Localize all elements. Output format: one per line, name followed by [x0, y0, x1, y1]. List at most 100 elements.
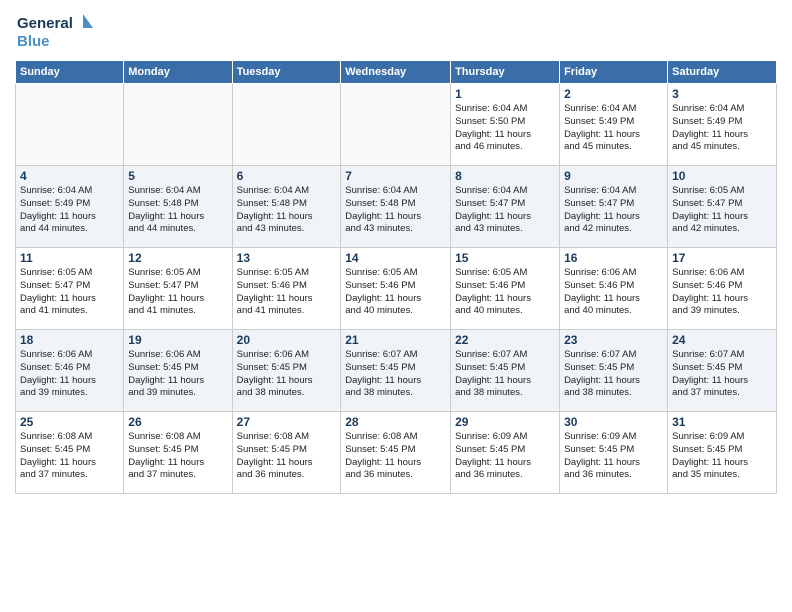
- day-number: 19: [128, 333, 227, 347]
- day-number: 10: [672, 169, 772, 183]
- day-info: Sunrise: 6:04 AM Sunset: 5:49 PM Dayligh…: [564, 103, 663, 154]
- day-info: Sunrise: 6:06 AM Sunset: 5:45 PM Dayligh…: [237, 349, 337, 400]
- day-info: Sunrise: 6:05 AM Sunset: 5:46 PM Dayligh…: [345, 267, 446, 318]
- calendar-cell: 12 Sunrise: 6:05 AM Sunset: 5:47 PM Dayli…: [124, 248, 232, 330]
- day-number: 15: [455, 251, 555, 265]
- day-number: 4: [20, 169, 119, 183]
- calendar-cell: 16 Sunrise: 6:06 AM Sunset: 5:46 PM Dayli…: [560, 248, 668, 330]
- svg-text:Blue: Blue: [17, 33, 50, 50]
- calendar-cell: 11 Sunrise: 6:05 AM Sunset: 5:47 PM Dayli…: [16, 248, 124, 330]
- calendar-cell: 3 Sunrise: 6:04 AM Sunset: 5:49 PM Daylig…: [668, 84, 777, 166]
- day-number: 20: [237, 333, 337, 347]
- calendar-cell: 30Sunrise: 6:09 AM Sunset: 5:45 PM Dayli…: [560, 412, 668, 494]
- day-number: 23: [564, 333, 663, 347]
- calendar-cell: 1Sunrise: 6:04 AM Sunset: 5:50 PM Daylig…: [451, 84, 560, 166]
- calendar-cell: 26 Sunrise: 6:08 AM Sunset: 5:45 PM Dayli…: [124, 412, 232, 494]
- calendar-week-row: 18 Sunrise: 6:06 AM Sunset: 5:46 PM Dayli…: [16, 330, 777, 412]
- calendar-cell: 4Sunrise: 6:04 AM Sunset: 5:49 PM Daylig…: [16, 166, 124, 248]
- logo-svg: General Blue: [15, 10, 95, 52]
- day-info: Sunrise: 6:07 AM Sunset: 5:45 PM Dayligh…: [345, 349, 446, 400]
- day-info: Sunrise: 6:08 AM Sunset: 5:45 PM Dayligh…: [20, 431, 119, 482]
- calendar-cell: 10 Sunrise: 6:05 AM Sunset: 5:47 PM Dayli…: [668, 166, 777, 248]
- calendar-cell: 23 Sunrise: 6:07 AM Sunset: 5:45 PM Dayli…: [560, 330, 668, 412]
- calendar-cell: 24Sunrise: 6:07 AM Sunset: 5:45 PM Dayli…: [668, 330, 777, 412]
- day-info: Sunrise: 6:05 AM Sunset: 5:46 PM Dayligh…: [455, 267, 555, 318]
- day-info: Sunrise: 6:06 AM Sunset: 5:46 PM Dayligh…: [20, 349, 119, 400]
- day-number: 1: [455, 87, 555, 101]
- calendar-header-row: SundayMondayTuesdayWednesdayThursdayFrid…: [16, 61, 777, 84]
- calendar-cell: [124, 84, 232, 166]
- day-info: Sunrise: 6:04 AM Sunset: 5:48 PM Dayligh…: [128, 185, 227, 236]
- calendar-week-row: 25 Sunrise: 6:08 AM Sunset: 5:45 PM Dayli…: [16, 412, 777, 494]
- calendar-cell: 25 Sunrise: 6:08 AM Sunset: 5:45 PM Dayli…: [16, 412, 124, 494]
- day-number: 11: [20, 251, 119, 265]
- calendar-cell: [16, 84, 124, 166]
- day-number: 27: [237, 415, 337, 429]
- day-number: 9: [564, 169, 663, 183]
- calendar-cell: 31 Sunrise: 6:09 AM Sunset: 5:45 PM Dayli…: [668, 412, 777, 494]
- calendar-week-row: 11 Sunrise: 6:05 AM Sunset: 5:47 PM Dayli…: [16, 248, 777, 330]
- calendar-cell: 29Sunrise: 6:09 AM Sunset: 5:45 PM Dayli…: [451, 412, 560, 494]
- day-number: 13: [237, 251, 337, 265]
- calendar-cell: 20 Sunrise: 6:06 AM Sunset: 5:45 PM Dayli…: [232, 330, 341, 412]
- calendar-cell: 7Sunrise: 6:04 AM Sunset: 5:48 PM Daylig…: [341, 166, 451, 248]
- day-number: 28: [345, 415, 446, 429]
- day-info: Sunrise: 6:05 AM Sunset: 5:47 PM Dayligh…: [128, 267, 227, 318]
- day-info: Sunrise: 6:05 AM Sunset: 5:47 PM Dayligh…: [20, 267, 119, 318]
- calendar-cell: 14 Sunrise: 6:05 AM Sunset: 5:46 PM Dayli…: [341, 248, 451, 330]
- day-of-week-header: Friday: [560, 61, 668, 84]
- day-of-week-header: Thursday: [451, 61, 560, 84]
- day-number: 25: [20, 415, 119, 429]
- day-info: Sunrise: 6:07 AM Sunset: 5:45 PM Dayligh…: [455, 349, 555, 400]
- day-info: Sunrise: 6:06 AM Sunset: 5:45 PM Dayligh…: [128, 349, 227, 400]
- calendar-cell: 8Sunrise: 6:04 AM Sunset: 5:47 PM Daylig…: [451, 166, 560, 248]
- day-info: Sunrise: 6:07 AM Sunset: 5:45 PM Dayligh…: [564, 349, 663, 400]
- day-number: 16: [564, 251, 663, 265]
- day-info: Sunrise: 6:06 AM Sunset: 5:46 PM Dayligh…: [564, 267, 663, 318]
- day-info: Sunrise: 6:04 AM Sunset: 5:47 PM Dayligh…: [455, 185, 555, 236]
- calendar-cell: 5 Sunrise: 6:04 AM Sunset: 5:48 PM Daylig…: [124, 166, 232, 248]
- day-info: Sunrise: 6:08 AM Sunset: 5:45 PM Dayligh…: [345, 431, 446, 482]
- day-info: Sunrise: 6:08 AM Sunset: 5:45 PM Dayligh…: [128, 431, 227, 482]
- day-number: 17: [672, 251, 772, 265]
- calendar-week-row: 4Sunrise: 6:04 AM Sunset: 5:49 PM Daylig…: [16, 166, 777, 248]
- day-info: Sunrise: 6:09 AM Sunset: 5:45 PM Dayligh…: [672, 431, 772, 482]
- day-number: 31: [672, 415, 772, 429]
- calendar-cell: [232, 84, 341, 166]
- calendar-cell: 19 Sunrise: 6:06 AM Sunset: 5:45 PM Dayli…: [124, 330, 232, 412]
- calendar-cell: 17 Sunrise: 6:06 AM Sunset: 5:46 PM Dayli…: [668, 248, 777, 330]
- day-number: 18: [20, 333, 119, 347]
- day-number: 3: [672, 87, 772, 101]
- day-number: 26: [128, 415, 227, 429]
- logo: General Blue: [15, 10, 95, 52]
- day-number: 14: [345, 251, 446, 265]
- day-info: Sunrise: 6:08 AM Sunset: 5:45 PM Dayligh…: [237, 431, 337, 482]
- day-number: 12: [128, 251, 227, 265]
- day-info: Sunrise: 6:04 AM Sunset: 5:47 PM Dayligh…: [564, 185, 663, 236]
- calendar-cell: 18 Sunrise: 6:06 AM Sunset: 5:46 PM Dayli…: [16, 330, 124, 412]
- day-info: Sunrise: 6:05 AM Sunset: 5:47 PM Dayligh…: [672, 185, 772, 236]
- day-of-week-header: Wednesday: [341, 61, 451, 84]
- calendar-cell: 9 Sunrise: 6:04 AM Sunset: 5:47 PM Daylig…: [560, 166, 668, 248]
- calendar-cell: 15 Sunrise: 6:05 AM Sunset: 5:46 PM Dayli…: [451, 248, 560, 330]
- day-number: 22: [455, 333, 555, 347]
- day-of-week-header: Saturday: [668, 61, 777, 84]
- day-of-week-header: Sunday: [16, 61, 124, 84]
- day-info: Sunrise: 6:07 AM Sunset: 5:45 PM Dayligh…: [672, 349, 772, 400]
- day-info: Sunrise: 6:06 AM Sunset: 5:46 PM Dayligh…: [672, 267, 772, 318]
- day-info: Sunrise: 6:04 AM Sunset: 5:48 PM Dayligh…: [237, 185, 337, 236]
- day-number: 5: [128, 169, 227, 183]
- day-info: Sunrise: 6:04 AM Sunset: 5:48 PM Dayligh…: [345, 185, 446, 236]
- calendar-cell: 27 Sunrise: 6:08 AM Sunset: 5:45 PM Dayli…: [232, 412, 341, 494]
- day-number: 2: [564, 87, 663, 101]
- day-info: Sunrise: 6:04 AM Sunset: 5:49 PM Dayligh…: [672, 103, 772, 154]
- svg-text:General: General: [17, 15, 73, 32]
- calendar: SundayMondayTuesdayWednesdayThursdayFrid…: [15, 60, 777, 494]
- day-number: 6: [237, 169, 337, 183]
- day-info: Sunrise: 6:05 AM Sunset: 5:46 PM Dayligh…: [237, 267, 337, 318]
- day-info: Sunrise: 6:09 AM Sunset: 5:45 PM Dayligh…: [564, 431, 663, 482]
- calendar-cell: 2 Sunrise: 6:04 AM Sunset: 5:49 PM Daylig…: [560, 84, 668, 166]
- calendar-cell: 28 Sunrise: 6:08 AM Sunset: 5:45 PM Dayli…: [341, 412, 451, 494]
- calendar-cell: [341, 84, 451, 166]
- calendar-cell: 22 Sunrise: 6:07 AM Sunset: 5:45 PM Dayli…: [451, 330, 560, 412]
